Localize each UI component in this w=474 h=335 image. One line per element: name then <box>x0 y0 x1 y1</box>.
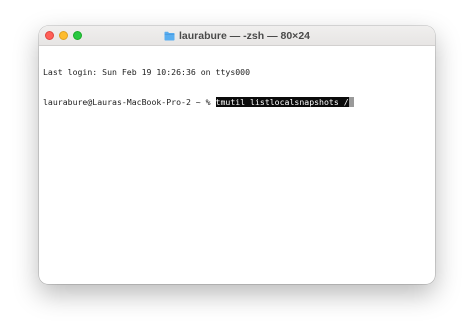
text-cursor <box>348 97 354 107</box>
terminal-content[interactable]: Last login: Sun Feb 19 10:26:36 on ttys0… <box>43 47 431 284</box>
terminal-window: laurabure — -zsh — 80×24 Last login: Sun… <box>39 26 435 284</box>
window-title-area: laurabure — -zsh — 80×24 <box>39 26 435 45</box>
window-title: laurabure — -zsh — 80×24 <box>178 29 310 42</box>
folder-icon <box>164 31 175 41</box>
shell-prompt: laurabure@Lauras-MacBook-Pro-2 ~ % <box>43 97 216 107</box>
last-login-line: Last login: Sun Feb 19 10:26:36 on ttys0… <box>43 67 251 77</box>
selected-command[interactable]: tmutil listlocalsnapshots / <box>215 97 349 107</box>
prompt-line[interactable]: laurabure@Lauras-MacBook-Pro-2 ~ % tmuti… <box>43 97 431 107</box>
title-bar[interactable]: laurabure — -zsh — 80×24 <box>39 26 435 46</box>
